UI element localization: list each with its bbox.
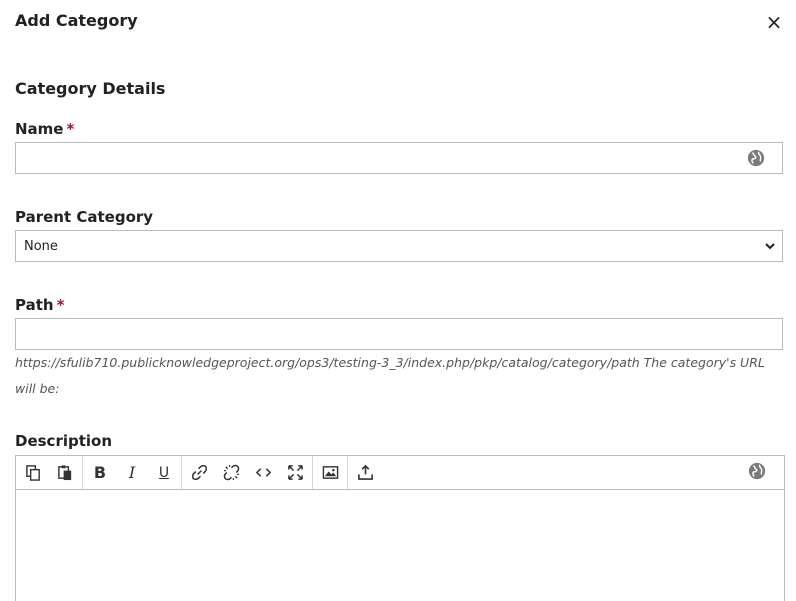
code-button[interactable] [247, 457, 279, 489]
copy-button[interactable] [17, 457, 49, 489]
paste-button[interactable] [49, 457, 81, 489]
fullscreen-button[interactable] [279, 457, 311, 489]
parent-category-label: Parent Category [15, 208, 154, 226]
name-field-wrapper [15, 142, 783, 174]
name-input[interactable] [16, 143, 782, 173]
italic-button[interactable]: I [116, 457, 148, 489]
path-help-text: https://sfulib710.publicknowledgeproject… [15, 355, 765, 396]
code-icon [255, 468, 271, 477]
toolbar-group-clipboard [16, 456, 83, 489]
link-button[interactable] [183, 457, 215, 489]
unlink-button[interactable] [215, 457, 247, 489]
close-button[interactable]: × [764, 12, 784, 32]
chevron-down-icon [765, 243, 775, 250]
image-icon [322, 466, 338, 479]
name-label: Name * [15, 120, 75, 138]
link-icon [191, 464, 207, 481]
paste-icon [57, 465, 71, 481]
globe-icon[interactable] [747, 149, 765, 167]
upload-icon [357, 464, 373, 480]
path-field-wrapper [15, 318, 783, 350]
description-editor: B I U [15, 455, 785, 601]
unlink-icon [223, 464, 239, 481]
toolbar-group-upload [348, 456, 382, 489]
upload-button[interactable] [349, 457, 381, 489]
parent-category-selected: None [24, 238, 58, 254]
copy-icon [25, 465, 40, 481]
toolbar-group-insert [182, 456, 313, 489]
modal-title: Add Category [15, 11, 138, 30]
path-label: Path * [15, 296, 65, 314]
toolbar-group-media [313, 456, 348, 489]
description-textarea[interactable] [16, 490, 784, 601]
path-input[interactable] [16, 319, 782, 349]
globe-icon[interactable] [748, 462, 766, 480]
description-label: Description [15, 432, 113, 450]
section-title: Category Details [15, 79, 166, 98]
required-mark: * [56, 296, 65, 314]
image-button[interactable] [314, 457, 346, 489]
bold-button[interactable]: B [84, 457, 116, 489]
editor-toolbar: B I U [16, 456, 784, 490]
toolbar-group-format: B I U [83, 456, 182, 489]
required-mark: * [66, 120, 75, 138]
underline-button[interactable]: U [148, 457, 180, 489]
parent-category-select[interactable]: None [15, 230, 783, 262]
fullscreen-icon [287, 465, 303, 480]
